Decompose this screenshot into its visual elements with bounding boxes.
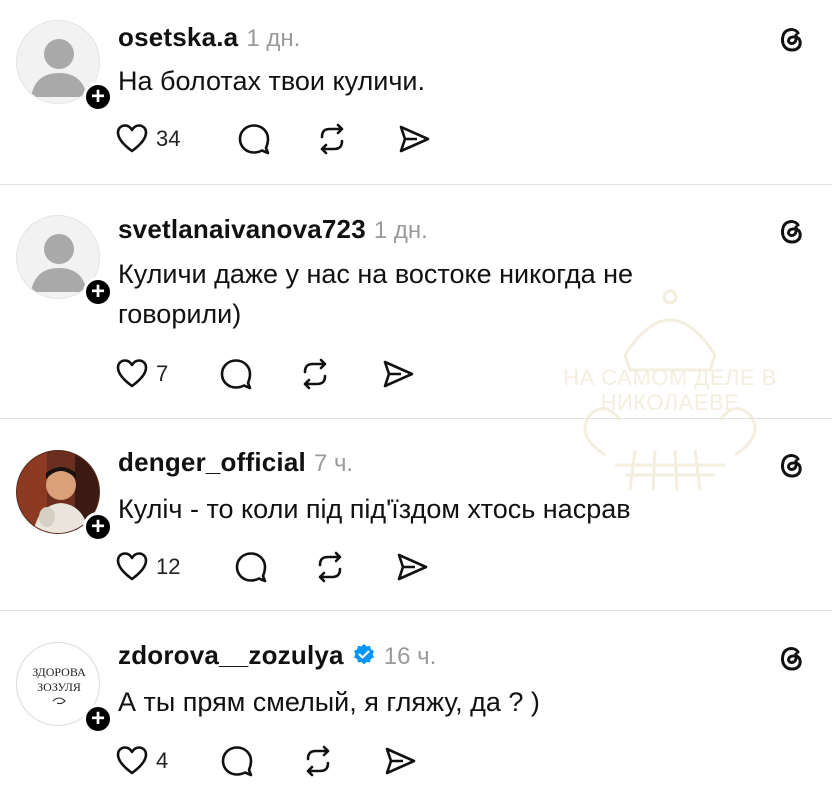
username[interactable]: osetska.a	[118, 22, 238, 52]
send-icon[interactable]	[381, 357, 415, 391]
comment-icon[interactable]	[220, 744, 254, 778]
heart-icon[interactable]	[115, 357, 149, 391]
username[interactable]: zdorova__zozulya	[118, 640, 344, 670]
timestamp: 1 дн.	[246, 25, 301, 52]
avatar-wrap[interactable]: +	[16, 20, 113, 112]
send-icon[interactable]	[395, 550, 429, 584]
comment-text: Куличи даже у нас на востоке никогда не …	[118, 259, 634, 329]
repost-icon[interactable]	[313, 550, 347, 584]
like-count: 12	[156, 554, 181, 579]
svg-text:ЗДОРОВА: ЗДОРОВА	[32, 665, 86, 679]
divider	[0, 184, 832, 185]
comment-text: На болотах твои куличи.	[118, 66, 425, 96]
threads-icon[interactable]	[776, 24, 806, 54]
username[interactable]: denger_official	[118, 447, 306, 477]
heart-icon[interactable]	[115, 122, 149, 156]
post-header: svetlanaivanova723 1 дн.	[118, 214, 428, 246]
divider	[0, 418, 832, 419]
watermark-line-1: НА САМОМ ДЕЛЕ В	[563, 365, 777, 390]
watermark-line-2: НИКОЛАЕВЕ	[600, 390, 740, 415]
threads-icon[interactable]	[776, 450, 806, 480]
comment-icon[interactable]	[234, 550, 268, 584]
svg-text:ЗОЗУЛЯ: ЗОЗУЛЯ	[37, 680, 81, 694]
divider	[0, 610, 832, 611]
like-count: 34	[156, 126, 181, 151]
timestamp: 1 дн.	[373, 217, 428, 244]
comment-icon[interactable]	[237, 122, 271, 156]
heart-icon[interactable]	[115, 550, 149, 584]
send-icon[interactable]	[383, 744, 417, 778]
heart-icon[interactable]	[115, 744, 149, 778]
like-count: 4	[156, 748, 169, 773]
timestamp: 16 ч.	[383, 643, 437, 670]
follow-plus-icon[interactable]: +	[83, 512, 113, 542]
username[interactable]: svetlanaivanova723	[118, 214, 366, 244]
avatar-wrap[interactable]: +	[16, 450, 113, 542]
like-count: 7	[156, 361, 169, 386]
follow-plus-icon[interactable]: +	[83, 277, 113, 307]
comment-text: А ты прям смелый, я гляжу, да ? )	[118, 687, 540, 717]
repost-icon[interactable]	[315, 122, 349, 156]
repost-icon[interactable]	[298, 357, 332, 391]
comment-icon[interactable]	[219, 357, 253, 391]
comment-text: Куліч - то коли під під'їздом хтось наср…	[118, 494, 631, 524]
post-header: osetska.a 1 дн.	[118, 22, 300, 54]
threads-icon[interactable]	[776, 643, 806, 673]
verified-badge-icon	[353, 644, 374, 665]
post-header: denger_official 7 ч.	[118, 447, 353, 479]
follow-plus-icon[interactable]: +	[83, 82, 113, 112]
timestamp: 7 ч.	[313, 450, 354, 477]
post-header: zdorova__zozulya 16 ч.	[118, 640, 436, 672]
threads-icon[interactable]	[776, 216, 806, 246]
send-icon[interactable]	[397, 122, 431, 156]
avatar-wrap[interactable]: ЗДОРОВА ЗОЗУЛЯ +	[16, 642, 113, 734]
comments-feed: НА САМОМ ДЕЛЕ В НИКОЛАЕВЕ + osetska.a 1 д…	[0, 0, 832, 800]
avatar-wrap[interactable]: +	[16, 215, 113, 307]
repost-icon[interactable]	[301, 744, 335, 778]
follow-plus-icon[interactable]: +	[83, 704, 113, 734]
